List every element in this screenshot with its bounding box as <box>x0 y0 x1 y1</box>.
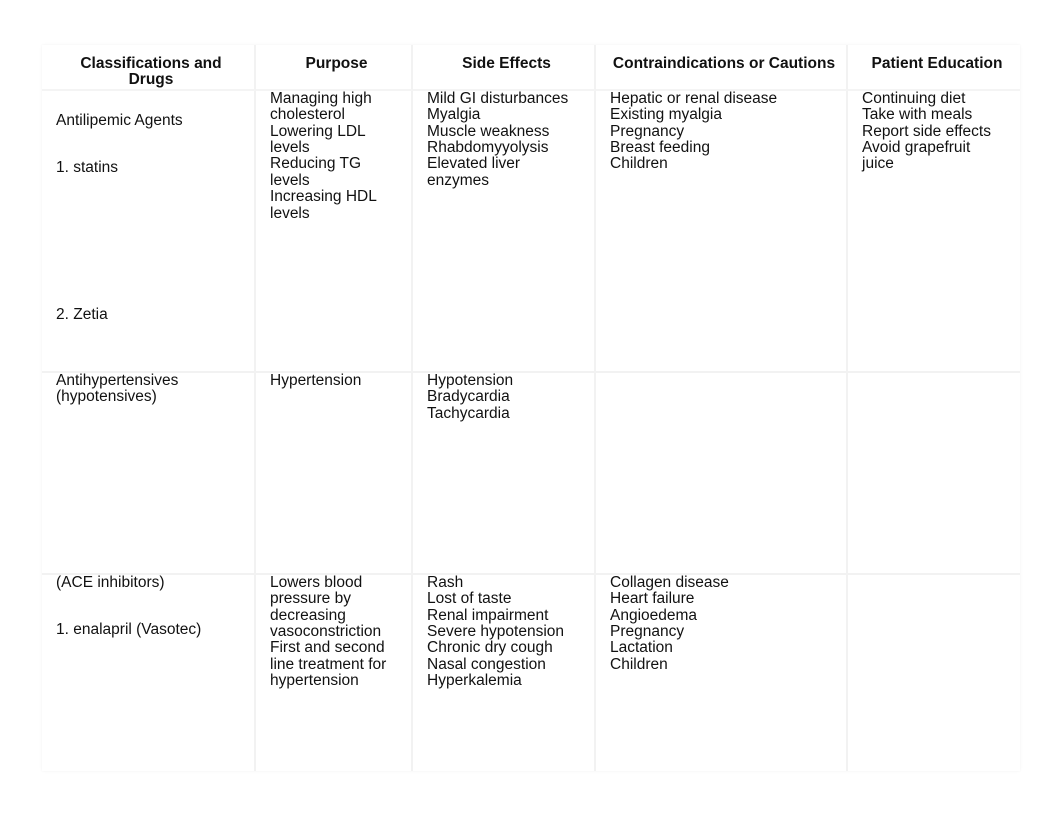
cell-side-effects: Rash Lost of taste Renal impairment Seve… <box>413 573 596 771</box>
cell-contraindications: Collagen disease Heart failure Angioedem… <box>596 573 848 771</box>
purpose-line: First and second <box>270 639 385 657</box>
table-row: Antihypertensives (hypotensives) Hyperte… <box>42 371 1020 575</box>
patient-education-cell-text: Continuing diet Take with meals Report s… <box>848 89 1020 173</box>
cell-purpose: Managing high cholesterol Lowering LDL l… <box>256 89 413 373</box>
classification-line: 2. Zetia <box>56 305 108 323</box>
contraindication-line: Heart failure <box>610 590 695 608</box>
patient-education-line: Report side effects <box>862 122 991 140</box>
drug-classification-table: Classifications and Drugs Purpose Side E… <box>42 45 1020 771</box>
classification-line: 1. statins <box>56 159 119 177</box>
purpose-line: line treatment for <box>270 655 387 673</box>
classification-line: 1. enalapril (Vasotec) <box>56 621 202 639</box>
column-header-patient-education: Patient Education <box>848 45 1020 91</box>
contraindications-cell-text: Collagen disease Heart failure Angioedem… <box>596 573 846 673</box>
side-effect-line: Bradycardia <box>427 388 510 406</box>
contraindications-cell-text: Hepatic or renal disease Existing myalgi… <box>596 89 846 173</box>
classification-cell-text: Antilipemic Agents 1. statins 2. Zetia <box>42 91 254 323</box>
cell-classifications: Antilipemic Agents 1. statins 2. Zetia <box>42 90 256 373</box>
cell-classifications: Antihypertensives (hypotensives) <box>42 371 256 575</box>
table-body: Antilipemic Agents 1. statins 2. Zetia M… <box>42 89 1020 771</box>
purpose-line: hypertension <box>270 672 359 690</box>
side-effect-line: Rash <box>427 573 464 591</box>
contraindication-line: Collagen disease <box>610 573 729 591</box>
cell-contraindications: Hepatic or renal disease Existing myalgi… <box>596 89 848 373</box>
cell-patient-education <box>848 574 1020 771</box>
classification-cell-text: Antihypertensives (hypotensives) <box>42 371 254 406</box>
patient-education-line: Continuing diet <box>862 89 966 107</box>
purpose-line: Hypertension <box>270 371 362 389</box>
side-effect-line: Myalgia <box>427 106 481 124</box>
patient-education-line: Avoid grapefruit <box>862 139 971 157</box>
classification-line: (hypotensives) <box>56 388 157 406</box>
purpose-line: Reducing TG levels <box>270 155 362 189</box>
column-header-contraindications-label: Contraindications or Cautions <box>612 55 836 72</box>
column-header-purpose-label: Purpose <box>305 55 368 72</box>
purpose-line: levels <box>270 139 310 157</box>
contraindication-line: Hepatic or renal disease <box>610 89 778 107</box>
contraindication-line: Existing myalgia <box>610 106 722 124</box>
classification-line: Antihypertensives <box>56 371 179 389</box>
contraindication-line: Children <box>610 155 668 173</box>
purpose-line: pressure by <box>270 590 351 608</box>
column-header-contraindications: Contraindications or Cautions <box>596 45 848 91</box>
purpose-line: vasoconstriction <box>270 623 382 641</box>
contraindication-line: Pregnancy <box>610 623 685 641</box>
purpose-line: levels <box>270 204 310 222</box>
column-header-purpose: Purpose <box>256 45 413 91</box>
side-effect-line: Rhabdomyyolysis <box>427 139 549 157</box>
side-effect-line: Elevated liver enzymes <box>427 155 521 189</box>
purpose-line: Increasing HDL <box>270 188 377 206</box>
table-header: Classifications and Drugs Purpose Side E… <box>42 45 1020 91</box>
column-header-side-effects: Side Effects <box>413 45 596 91</box>
cell-purpose: Lowers blood pressure by decreasing vaso… <box>256 573 413 771</box>
side-effect-line: Tachycardia <box>427 404 510 422</box>
cell-classifications: (ACE inhibitors) 1. enalapril (Vasotec) <box>42 573 256 771</box>
side-effect-line: Chronic dry cough <box>427 639 553 657</box>
contraindication-line: Pregnancy <box>610 122 685 140</box>
cell-patient-education: Continuing diet Take with meals Report s… <box>848 89 1020 373</box>
patient-education-line: Take with meals <box>862 106 973 124</box>
column-header-side-effects-label: Side Effects <box>462 55 551 72</box>
side-effects-cell-text: Mild GI disturbances Myalgia Muscle weak… <box>413 89 594 189</box>
purpose-line: Managing high <box>270 89 372 107</box>
purpose-line: Lowering LDL <box>270 122 366 140</box>
side-effects-cell-text: Hypotension Bradycardia Tachycardia <box>413 371 594 422</box>
contraindication-line: Lactation <box>610 639 673 657</box>
side-effects-cell-text: Rash Lost of taste Renal impairment Seve… <box>413 573 594 690</box>
purpose-line: decreasing <box>270 606 346 624</box>
column-header-classifications: Classifications and Drugs <box>42 45 256 91</box>
table-row: (ACE inhibitors) 1. enalapril (Vasotec) … <box>42 573 1020 771</box>
side-effect-line: Hypotension <box>427 371 514 389</box>
side-effect-line: Severe hypotension <box>427 623 565 641</box>
column-header-patient-education-label: Patient Education <box>871 55 1003 72</box>
classification-cell-text: (ACE inhibitors) 1. enalapril (Vasotec) <box>42 573 254 639</box>
cell-side-effects: Mild GI disturbances Myalgia Muscle weak… <box>413 89 596 373</box>
side-effect-line: Mild GI disturbances <box>427 89 569 107</box>
document-page: Classifications and Drugs Purpose Side E… <box>0 0 1062 822</box>
cell-side-effects: Hypotension Bradycardia Tachycardia <box>413 371 596 575</box>
purpose-line: Lowers blood <box>270 573 363 591</box>
side-effect-line: Renal impairment <box>427 606 549 624</box>
side-effect-line: Lost of taste <box>427 590 512 608</box>
side-effect-line: Muscle weakness <box>427 122 550 140</box>
cell-contraindications <box>596 372 848 575</box>
purpose-line: cholesterol <box>270 106 345 124</box>
classification-line: (ACE inhibitors) <box>56 573 165 591</box>
table-row: Antilipemic Agents 1. statins 2. Zetia M… <box>42 89 1020 373</box>
header-row: Classifications and Drugs Purpose Side E… <box>42 45 1020 91</box>
purpose-cell-text: Managing high cholesterol Lowering LDL l… <box>256 89 411 222</box>
cell-patient-education <box>848 372 1020 575</box>
side-effect-line: Hyperkalemia <box>427 672 522 690</box>
contraindication-line: Children <box>610 655 668 673</box>
cell-purpose: Hypertension <box>256 371 413 575</box>
contraindication-line: Angioedema <box>610 606 698 624</box>
patient-education-line: juice <box>862 155 894 173</box>
contraindication-line: Breast feeding <box>610 139 710 157</box>
column-header-classifications-label: Classifications and Drugs <box>80 55 222 89</box>
side-effect-line: Nasal congestion <box>427 655 546 673</box>
purpose-cell-text: Hypertension <box>256 371 411 389</box>
classification-line: Antilipemic Agents <box>56 111 183 129</box>
purpose-cell-text: Lowers blood pressure by decreasing vaso… <box>256 573 411 690</box>
